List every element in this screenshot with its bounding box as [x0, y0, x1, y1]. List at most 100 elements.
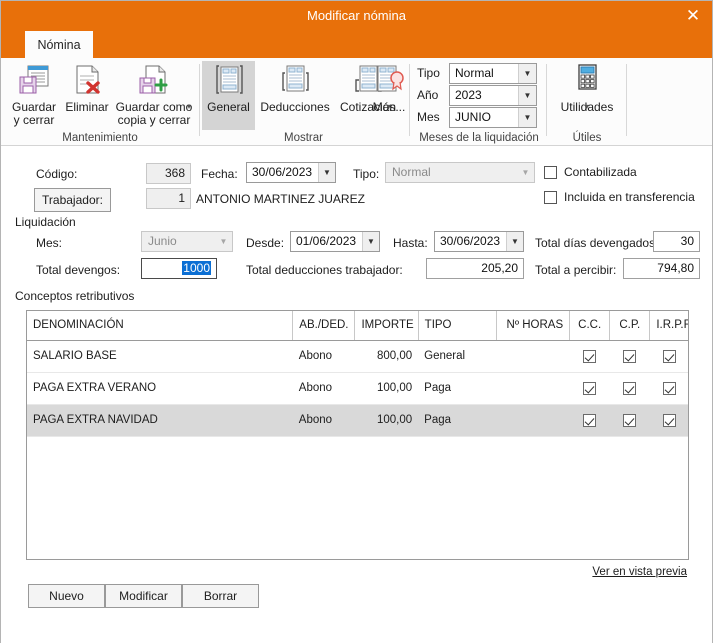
checkbox-cc-icon[interactable] [583, 381, 597, 395]
checkbox-label: Incluida en transferencia [564, 190, 695, 204]
hasta-label: Hasta: [393, 236, 428, 250]
modificar-nomina-window: Modificar nómina ✕ Nómina Guardar y cerr… [0, 0, 713, 643]
total-deducciones-value[interactable]: 205,20 [426, 258, 524, 279]
conceptos-grid[interactable]: DENOMINACIÓN AB./DED. IMPORTE TIPO Nº HO… [26, 310, 689, 560]
column-header-abded[interactable]: AB./DED. [292, 311, 356, 341]
mes-value: Junio [148, 234, 177, 248]
ver-vista-previa-link[interactable]: Ver en vista previa [592, 566, 687, 578]
cell-tipo: Paga [418, 404, 497, 437]
chevron-down-icon[interactable]: ▼ [518, 64, 536, 83]
divider [409, 64, 410, 136]
cell-cc[interactable] [569, 404, 610, 437]
cell-abded: Abono [292, 404, 355, 437]
total-percibir-value[interactable]: 794,80 [623, 258, 700, 279]
total-deducciones-label: Total deducciones trabajador: [246, 263, 403, 277]
cell-denominacion: PAGA EXTRA VERANO [27, 372, 293, 405]
total-percibir-label: Total a percibir: [535, 263, 617, 277]
column-header-importe[interactable]: IMPORTE [354, 311, 419, 341]
save-close-icon [7, 61, 61, 99]
cell-importe: 800,00 [354, 340, 419, 373]
ribbon-combo-tipo[interactable]: Normal ▼ [449, 63, 537, 84]
ribbon-combo-value: JUNIO [455, 110, 491, 124]
column-header-irpf[interactable]: I.R.P.F. [649, 311, 688, 341]
cell-cp[interactable] [609, 372, 650, 405]
codigo-label: Código: [36, 167, 78, 181]
checkbox-cc-icon[interactable] [583, 413, 597, 427]
conceptos-section-label: Conceptos retributivos [15, 289, 135, 303]
table-row[interactable]: PAGA EXTRA NAVIDAD Abono 100,00 Paga [27, 404, 688, 437]
cell-importe: 100,00 [354, 404, 419, 437]
checkbox-irpf-icon[interactable] [663, 349, 677, 363]
ribbon-button-general[interactable]: General [202, 61, 255, 130]
close-icon[interactable]: ✕ [678, 3, 708, 29]
hasta-input[interactable]: 30/06/2023 ▼ [434, 231, 524, 252]
column-header-horas[interactable]: Nº HORAS [496, 311, 571, 341]
ribbon-button-eliminar[interactable]: Eliminar [63, 61, 111, 114]
tipo-select: Normal ▼ [385, 162, 535, 183]
ribbon-button-guardar-como-copia-y-cerrar[interactable]: Guardar como copia y cerrar ▾ [113, 61, 195, 127]
ribbon-field-ano: Año 2023 ▼ [417, 85, 545, 106]
column-header-cp[interactable]: C.P. [609, 311, 651, 341]
checkbox-cp-icon[interactable] [623, 381, 637, 395]
column-header-cc[interactable]: C.C. [569, 311, 611, 341]
nuevo-button[interactable]: Nuevo [28, 584, 105, 608]
table-row[interactable]: SALARIO BASE Abono 800,00 General [27, 340, 688, 373]
checkbox-cp-icon[interactable] [623, 413, 637, 427]
trabajador-code: 1 [146, 188, 191, 209]
document-seal-icon [369, 61, 409, 99]
ribbon-button-label: General [207, 100, 250, 114]
checkbox-cp-icon[interactable] [623, 349, 637, 363]
cell-cc[interactable] [569, 340, 610, 373]
cell-horas [496, 372, 570, 405]
tab-nomina[interactable]: Nómina [25, 31, 93, 58]
column-header-tipo[interactable]: TIPO [418, 311, 497, 341]
chevron-down-icon[interactable]: ▾ [369, 103, 409, 111]
ribbon-button-guardar-y-cerrar[interactable]: Guardar y cerrar [7, 61, 61, 127]
ribbon-button-mas[interactable]: Más... ▾ [369, 61, 409, 114]
ribbon-combo-value: 2023 [455, 88, 482, 102]
cell-cp[interactable] [609, 404, 650, 437]
cell-cp[interactable] [609, 340, 650, 373]
desde-input[interactable]: 01/06/2023 ▼ [290, 231, 380, 252]
liquidacion-section-label: Liquidación [15, 215, 76, 229]
ribbon-tabstrip: Nómina [1, 31, 712, 58]
document-deductions-icon [256, 61, 334, 99]
chevron-down-icon[interactable]: ▾ [187, 103, 191, 111]
chevron-down-icon[interactable]: ▼ [362, 232, 379, 251]
checkbox-irpf-icon[interactable] [663, 413, 677, 427]
ribbon-combo-ano[interactable]: 2023 ▼ [449, 85, 537, 106]
table-row[interactable]: PAGA EXTRA VERANO Abono 100,00 Paga [27, 372, 688, 405]
checkbox-box[interactable] [544, 166, 557, 179]
ribbon-group-mostrar: General Deducciones Cotización Más... ▾ … [201, 58, 406, 146]
checkbox-cc-icon[interactable] [583, 349, 597, 363]
chevron-down-icon[interactable]: ▼ [518, 108, 536, 127]
cell-irpf[interactable] [649, 404, 688, 437]
chevron-down-icon[interactable]: ▼ [518, 86, 536, 105]
cell-cc[interactable] [569, 372, 610, 405]
mes-select: Junio ▼ [141, 231, 233, 252]
modificar-button[interactable]: Modificar [105, 584, 182, 608]
total-dias-value[interactable]: 30 [653, 231, 700, 252]
ribbon-group-label: Útiles [572, 132, 602, 144]
total-devengos-input[interactable]: 1000 [141, 258, 217, 279]
chevron-down-icon[interactable]: ▼ [506, 232, 523, 251]
ribbon-button-deducciones[interactable]: Deducciones [256, 61, 334, 114]
divider [626, 64, 627, 136]
title-bar: Modificar nómina ✕ [1, 1, 712, 31]
column-header-denominacion[interactable]: DENOMINACIÓN [27, 311, 294, 341]
chevron-down-icon: ▼ [521, 168, 530, 177]
chevron-down-icon[interactable]: ▾ [551, 103, 623, 111]
checkbox-box[interactable] [544, 191, 557, 204]
trabajador-button[interactable]: Trabajador: [34, 188, 111, 212]
ribbon-combo-mes[interactable]: JUNIO ▼ [449, 107, 537, 128]
cell-irpf[interactable] [649, 340, 688, 373]
chevron-down-icon[interactable]: ▼ [318, 163, 335, 182]
fecha-input[interactable]: 30/06/2023 ▼ [246, 162, 336, 183]
ribbon-button-utilidades[interactable]: Utilidades ▾ [551, 61, 623, 114]
checkbox-irpf-icon[interactable] [663, 381, 677, 395]
document-general-icon [202, 61, 255, 99]
borrar-button[interactable]: Borrar [182, 584, 259, 608]
divider [199, 64, 200, 136]
fecha-label: Fecha: [201, 167, 238, 181]
cell-irpf[interactable] [649, 372, 688, 405]
